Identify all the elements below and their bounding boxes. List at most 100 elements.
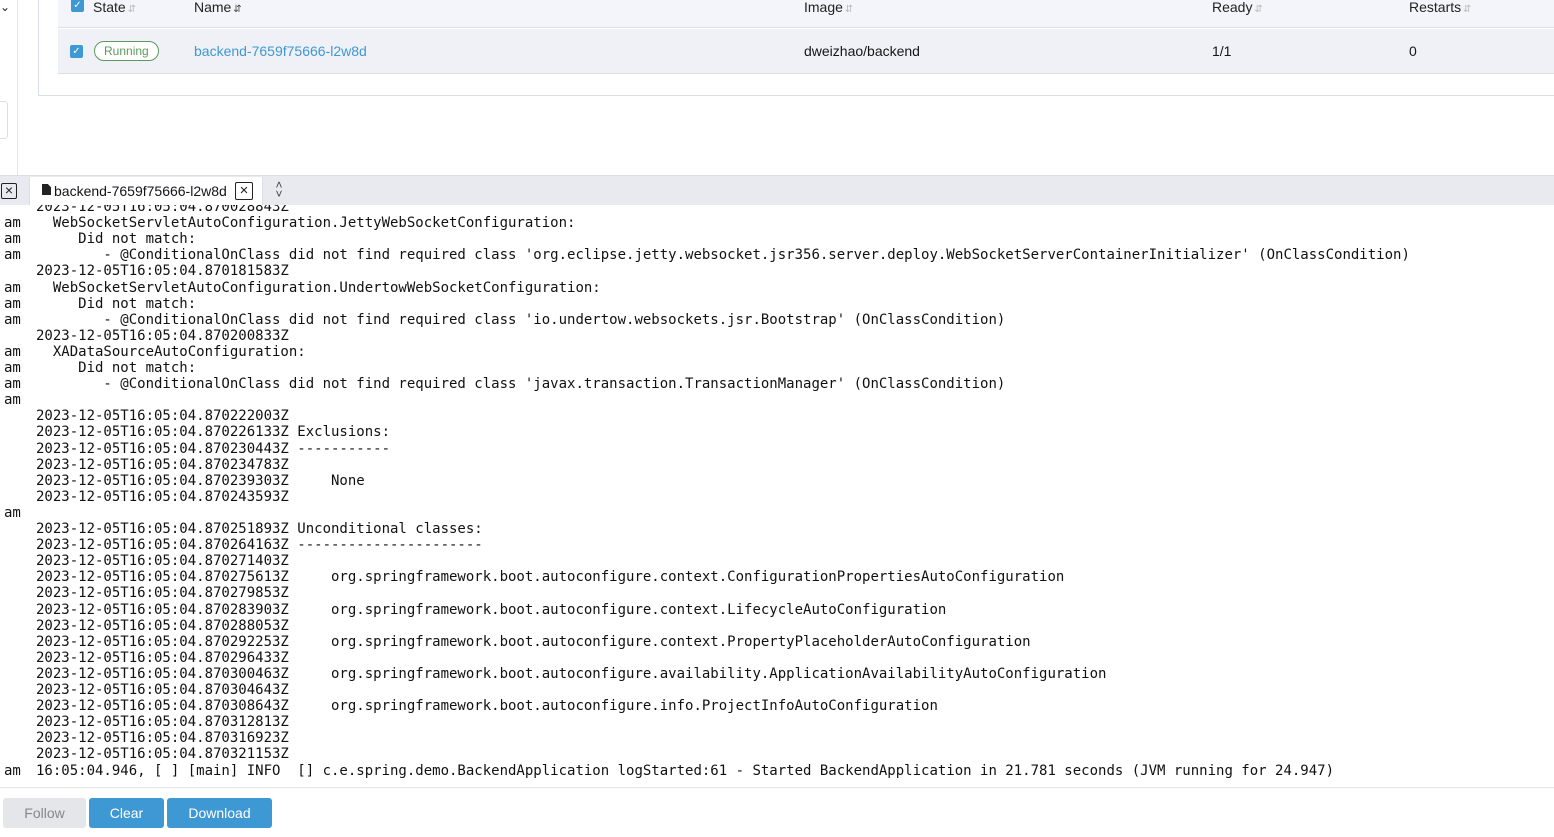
log-line: am XADataSourceAutoConfiguration: bbox=[0, 344, 306, 360]
close-icon[interactable]: × bbox=[235, 182, 253, 200]
log-line: 2023-12-05T16:05:04.870264163Z ---------… bbox=[0, 537, 483, 553]
log-tab-bar: × backend-7659f75666-l2w8d × ˄ ˅ bbox=[0, 175, 1554, 206]
log-tab[interactable]: backend-7659f75666-l2w8d × bbox=[29, 177, 263, 206]
log-line: am WebSocketServletAutoConfiguration.Und… bbox=[0, 280, 601, 296]
log-line-prefix: am bbox=[4, 247, 21, 264]
log-line: 2023-12-05T16:05:04.870181583Z bbox=[0, 263, 289, 279]
row-checkbox[interactable]: ✓ bbox=[70, 45, 83, 58]
side-control[interactable] bbox=[0, 101, 8, 139]
log-line: 2023-12-05T16:05:04.870275613Z org.sprin… bbox=[0, 569, 1064, 585]
log-line: 2023-12-05T16:05:04.870251893Z Unconditi… bbox=[0, 521, 483, 537]
log-line: am - @ConditionalOnClass did not find re… bbox=[0, 247, 1410, 263]
column-header-ready-label: Ready bbox=[1212, 0, 1253, 15]
log-line-text: 2023-12-05T16:05:04.870288053Z bbox=[36, 617, 289, 634]
log-line-text: 2023-12-05T16:05:04.870230443Z ---------… bbox=[36, 440, 391, 457]
log-line: 2023-12-05T16:05:04.870271403Z bbox=[0, 553, 289, 569]
log-line-prefix: am bbox=[4, 311, 21, 328]
column-header-name[interactable]: Name ⇵ bbox=[194, 0, 242, 17]
log-line: am bbox=[0, 505, 36, 521]
file-icon bbox=[42, 184, 51, 195]
log-output[interactable]: 2023-12-05T16:05:04.870028843Z am WebSock… bbox=[0, 205, 1554, 787]
log-line-prefix: am bbox=[4, 231, 21, 248]
column-header-state[interactable]: State ⇵ bbox=[93, 0, 136, 17]
log-line-text: Did not match: bbox=[36, 295, 197, 312]
log-line: am - @ConditionalOnClass did not find re… bbox=[0, 376, 1005, 392]
log-line-text: 2023-12-05T16:05:04.870312813Z bbox=[36, 714, 289, 731]
log-line-text: 2023-12-05T16:05:04.870292253Z org.sprin… bbox=[36, 633, 1031, 650]
pod-name-link[interactable]: backend-7659f75666-l2w8d bbox=[194, 43, 367, 59]
log-line-text: 2023-12-05T16:05:04.870200833Z bbox=[36, 327, 289, 344]
select-all-checkbox[interactable]: ✓ bbox=[71, 0, 84, 12]
log-line: 2023-12-05T16:05:04.870243593Z bbox=[0, 489, 289, 505]
column-header-image[interactable]: Image ⇵ bbox=[804, 0, 853, 17]
log-line-text: 2023-12-05T16:05:04.870275613Z org.sprin… bbox=[36, 569, 1065, 586]
column-header-restarts[interactable]: Restarts ⇵ bbox=[1409, 0, 1472, 17]
chevron-down-icon[interactable]: ⌄ bbox=[0, 0, 10, 14]
log-line-prefix: am bbox=[4, 504, 21, 521]
log-line-text: 2023-12-05T16:05:04.870028843Z bbox=[36, 205, 289, 215]
log-line: am Did not match: bbox=[0, 231, 196, 247]
clear-button[interactable]: Clear bbox=[89, 798, 164, 828]
log-line: 2023-12-05T16:05:04.870296433Z bbox=[0, 650, 289, 666]
log-line: 2023-12-05T16:05:04.870226133Z Exclusion… bbox=[0, 424, 390, 440]
log-line-text: 2023-12-05T16:05:04.870181583Z bbox=[36, 263, 289, 280]
log-line-prefix: am bbox=[4, 343, 21, 360]
log-line-text: 2023-12-05T16:05:04.870251893Z Unconditi… bbox=[36, 521, 483, 537]
log-line-text: 16:05:04.946, [ ] [main] INFO [] c.e.spr… bbox=[36, 762, 1335, 779]
log-line: 2023-12-05T16:05:04.870312813Z bbox=[0, 714, 289, 730]
log-line: 2023-12-05T16:05:04.870308643Z org.sprin… bbox=[0, 698, 938, 714]
log-line: am Did not match: bbox=[0, 360, 196, 376]
log-line: am Did not match: bbox=[0, 296, 196, 312]
status-badge: Running bbox=[94, 41, 159, 61]
log-line: 2023-12-05T16:05:04.870230443Z ---------… bbox=[0, 441, 390, 457]
sort-arrows-icon: ⇵ bbox=[1254, 4, 1263, 15]
log-line-text: WebSocketServletAutoConfiguration.Undert… bbox=[36, 279, 601, 296]
log-line: 2023-12-05T16:05:04.870292253Z org.sprin… bbox=[0, 634, 1031, 650]
log-line: am 16:05:04.946, [ ] [main] INFO [] c.e.s… bbox=[0, 763, 1334, 779]
sort-arrows-icon: ⇵ bbox=[1463, 4, 1472, 15]
log-line-text: Did not match: bbox=[36, 360, 197, 376]
log-line: 2023-12-05T16:05:04.870279853Z bbox=[0, 585, 289, 601]
log-line-text: 2023-12-05T16:05:04.870239303Z None bbox=[36, 472, 365, 489]
log-line-text: 2023-12-05T16:05:04.870300463Z org.sprin… bbox=[36, 665, 1107, 682]
log-line: am bbox=[0, 392, 36, 408]
column-header-state-label: State bbox=[93, 0, 126, 15]
log-line-text: - @ConditionalOnClass did not find requi… bbox=[36, 311, 1006, 328]
log-line: 2023-12-05T16:05:04.870300463Z org.sprin… bbox=[0, 666, 1106, 682]
column-header-ready[interactable]: Ready ⇵ bbox=[1212, 0, 1263, 17]
log-line-text: 2023-12-05T16:05:04.870296433Z bbox=[36, 649, 289, 666]
log-line-prefix: am bbox=[4, 295, 21, 312]
log-line-prefix: am bbox=[4, 762, 21, 779]
download-button[interactable]: Download bbox=[167, 798, 272, 828]
log-line-prefix: am bbox=[4, 392, 21, 409]
table-row[interactable]: ✓ Running backend-7659f75666-l2w8d dweiz… bbox=[58, 29, 1554, 74]
log-line-text: - @ConditionalOnClass did not find requi… bbox=[36, 376, 1006, 393]
log-line-text: Did not match: bbox=[36, 231, 197, 248]
pod-ready: 1/1 bbox=[1212, 43, 1232, 59]
log-line: 2023-12-05T16:05:04.870239303Z None bbox=[0, 473, 365, 489]
sort-arrows-icon: ⇵ bbox=[844, 4, 854, 15]
log-line-text: 2023-12-05T16:05:04.870222003Z bbox=[36, 408, 289, 425]
close-icon[interactable]: × bbox=[1, 183, 17, 199]
expand-collapse-icon[interactable]: ˄ ˅ bbox=[273, 179, 285, 200]
log-line-text: - @ConditionalOnClass did not find requi… bbox=[36, 247, 1410, 264]
log-line-text: 2023-12-05T16:05:04.870308643Z org.sprin… bbox=[36, 698, 938, 715]
log-line: am - @ConditionalOnClass did not find re… bbox=[0, 312, 1005, 328]
log-line: am WebSocketServletAutoConfiguration.Jet… bbox=[0, 215, 575, 231]
sort-arrows-icon: ⇵ bbox=[233, 4, 242, 15]
log-line: 2023-12-05T16:05:04.870283903Z org.sprin… bbox=[0, 602, 946, 618]
log-line-text: WebSocketServletAutoConfiguration.JettyW… bbox=[36, 215, 576, 232]
log-line-text: 2023-12-05T16:05:04.870316923Z bbox=[36, 730, 289, 747]
log-line-text: 2023-12-05T16:05:04.870271403Z bbox=[36, 553, 289, 570]
column-header-name-label: Name bbox=[194, 0, 232, 15]
log-line-text: 2023-12-05T16:05:04.870264163Z ---------… bbox=[36, 537, 483, 554]
log-line-prefix: am bbox=[4, 215, 21, 232]
log-line: 2023-12-05T16:05:04.870304643Z bbox=[0, 682, 289, 698]
follow-button[interactable]: Follow bbox=[3, 798, 86, 828]
table-header: ✓ State ⇵ Name ⇵ Image ⇵ Ready ⇵ Restarts ⇵ bbox=[58, 0, 1554, 28]
log-line: 2023-12-05T16:05:04.870028843Z bbox=[0, 205, 289, 215]
sort-arrows-icon: ⇵ bbox=[127, 4, 137, 15]
log-line-prefix: am bbox=[4, 376, 21, 393]
log-line-text: 2023-12-05T16:05:04.870234783Z bbox=[36, 456, 289, 473]
pod-image: dweizhao/backend bbox=[804, 43, 920, 59]
